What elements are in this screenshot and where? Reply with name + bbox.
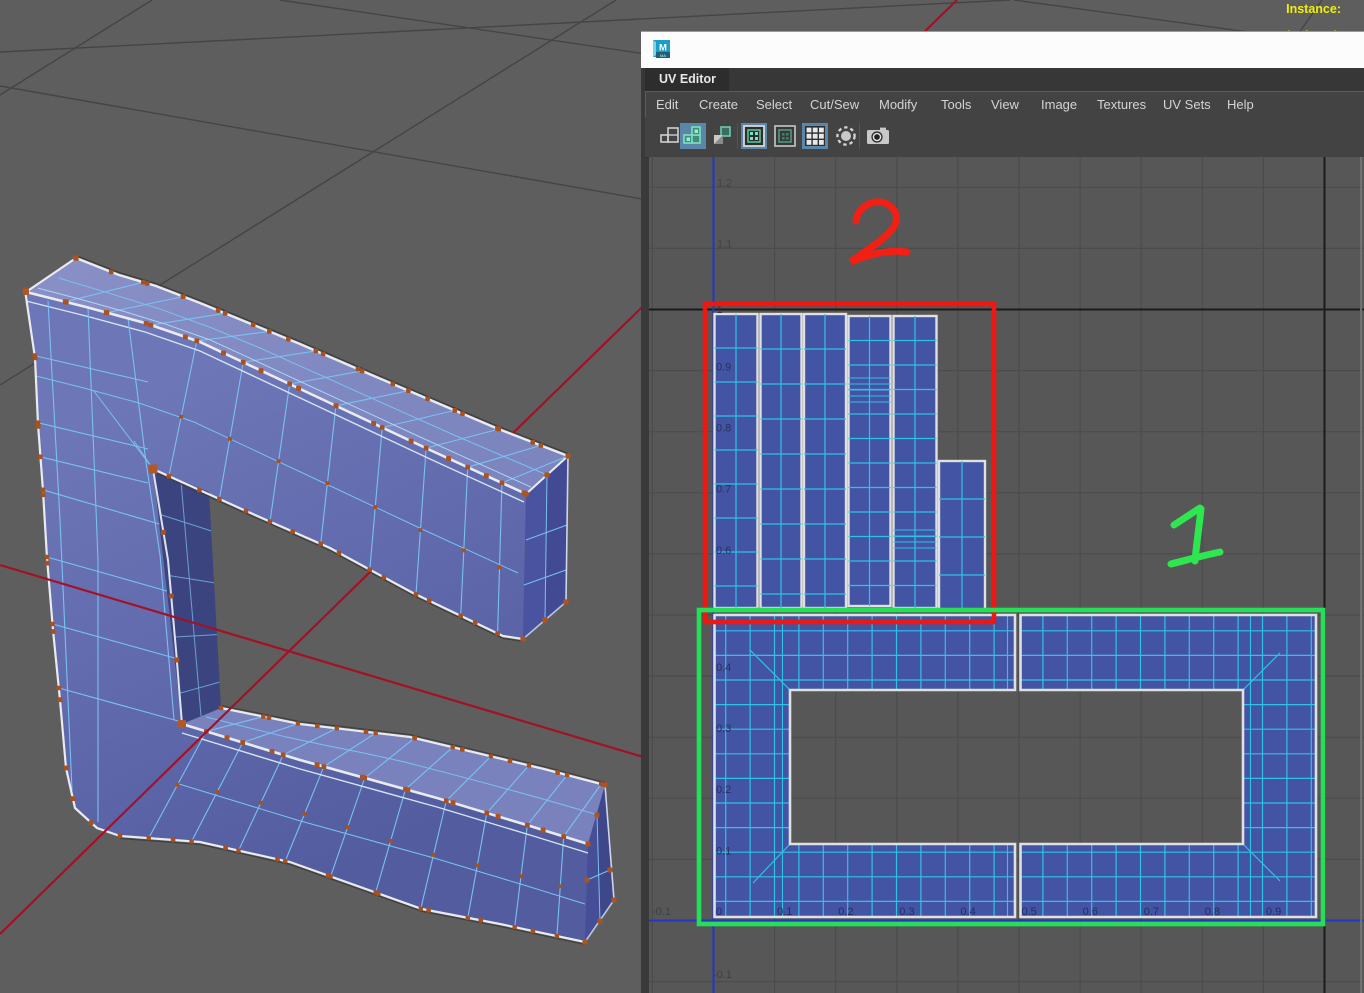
svg-text:0.6: 0.6 [716, 545, 731, 557]
svg-text:0.1: 0.1 [777, 906, 792, 918]
svg-text:0.4: 0.4 [716, 662, 731, 674]
svg-text:0.2: 0.2 [838, 906, 853, 918]
svg-text:0.7: 0.7 [716, 484, 731, 496]
svg-text:0.4: 0.4 [960, 906, 975, 918]
svg-text:-0.1: -0.1 [713, 969, 732, 981]
svg-text:0.8: 0.8 [1205, 906, 1220, 918]
svg-text:0.9: 0.9 [716, 362, 731, 374]
svg-text:MA: MA [660, 53, 666, 58]
svg-text:-0.1: -0.1 [652, 906, 671, 918]
svg-text:1.1: 1.1 [717, 239, 732, 251]
svg-text:0.1: 0.1 [716, 845, 731, 857]
svg-text:0.3: 0.3 [716, 723, 731, 735]
svg-text:0.9: 0.9 [1266, 906, 1281, 918]
svg-text:0: 0 [716, 906, 722, 918]
svg-text:0.3: 0.3 [899, 906, 914, 918]
svg-text:0.5: 0.5 [1022, 906, 1037, 918]
svg-text:0.7: 0.7 [1144, 906, 1159, 918]
svg-text:0.6: 0.6 [1083, 906, 1098, 918]
svg-text:M: M [659, 43, 667, 54]
svg-text:0.2: 0.2 [716, 784, 731, 796]
svg-text:1.2: 1.2 [717, 178, 732, 190]
svg-text:0.8: 0.8 [716, 423, 731, 435]
